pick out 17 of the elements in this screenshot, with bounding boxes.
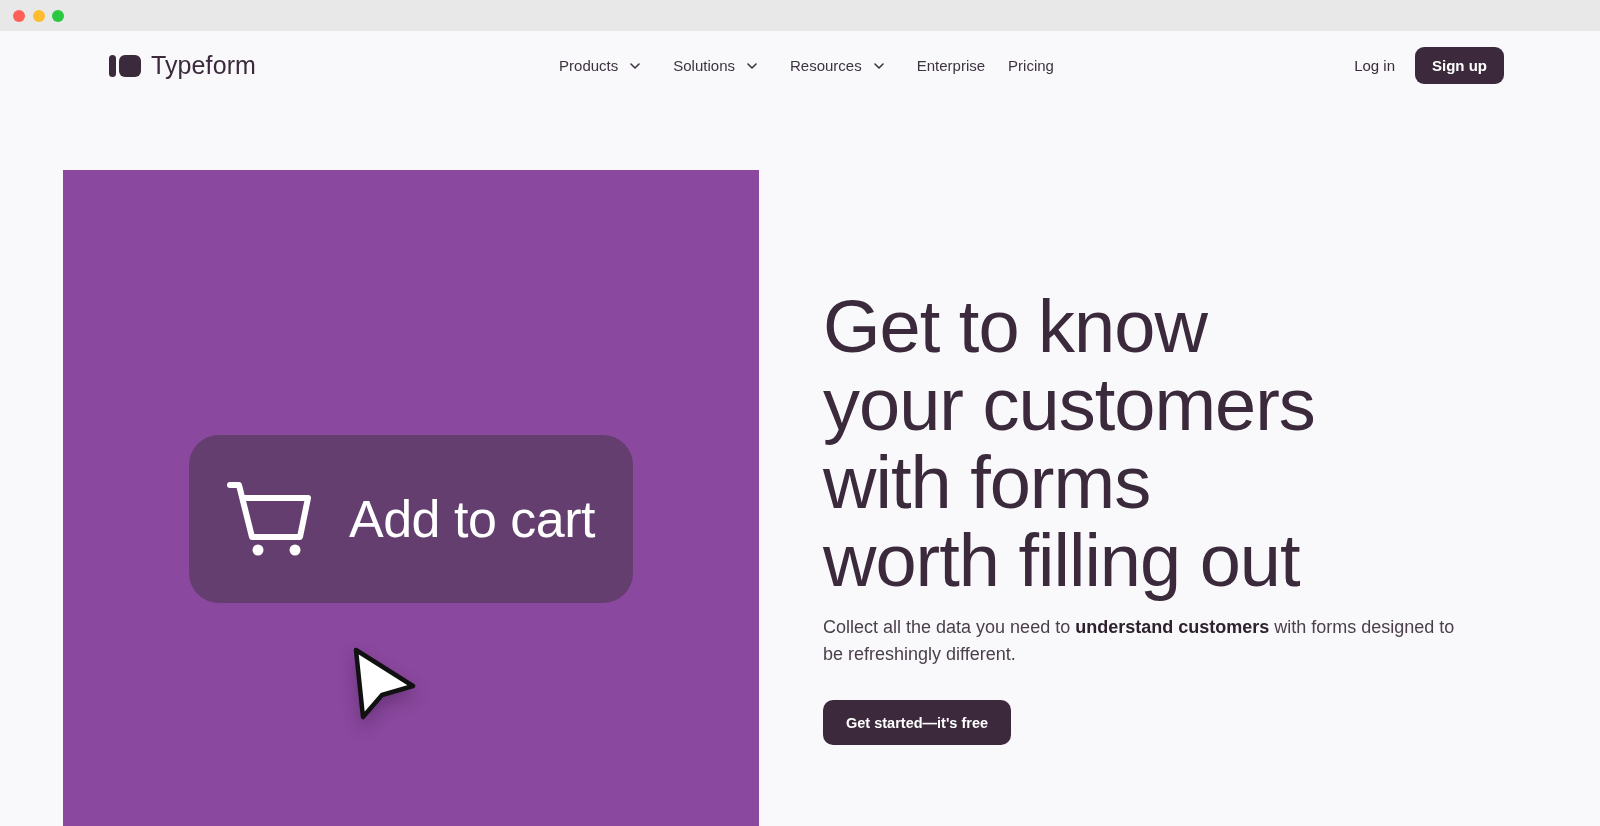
nav-menu-item[interactable]: Resources bbox=[790, 57, 884, 74]
logo-link[interactable]: Typeform bbox=[109, 51, 256, 80]
login-link[interactable]: Log in bbox=[1354, 57, 1395, 74]
nav-menu-item[interactable]: Enterprise bbox=[916, 57, 986, 74]
nav-menu-item[interactable]: Solutions bbox=[673, 57, 757, 74]
nav-menu-item[interactable]: Products bbox=[559, 57, 641, 74]
window-close-icon[interactable] bbox=[13, 9, 25, 22]
window-minimize-icon[interactable] bbox=[32, 9, 45, 22]
hero-headline: Get to know your customers with forms worth filling out bbox=[823, 288, 1315, 600]
nav-menu-item[interactable]: Pricing bbox=[1008, 57, 1054, 74]
logo-icon bbox=[109, 54, 141, 77]
get-started-button[interactable]: Get started—it's free bbox=[823, 700, 1012, 745]
window-zoom-icon[interactable] bbox=[52, 9, 64, 22]
signup-button[interactable]: Sign up bbox=[1415, 47, 1504, 84]
add-to-cart-mockup: Add to cart bbox=[189, 435, 633, 603]
hero-description: Collect all the data you need to understand customers with forms designed to be refreshingly different. bbox=[823, 616, 1456, 666]
cart-icon bbox=[227, 481, 311, 557]
